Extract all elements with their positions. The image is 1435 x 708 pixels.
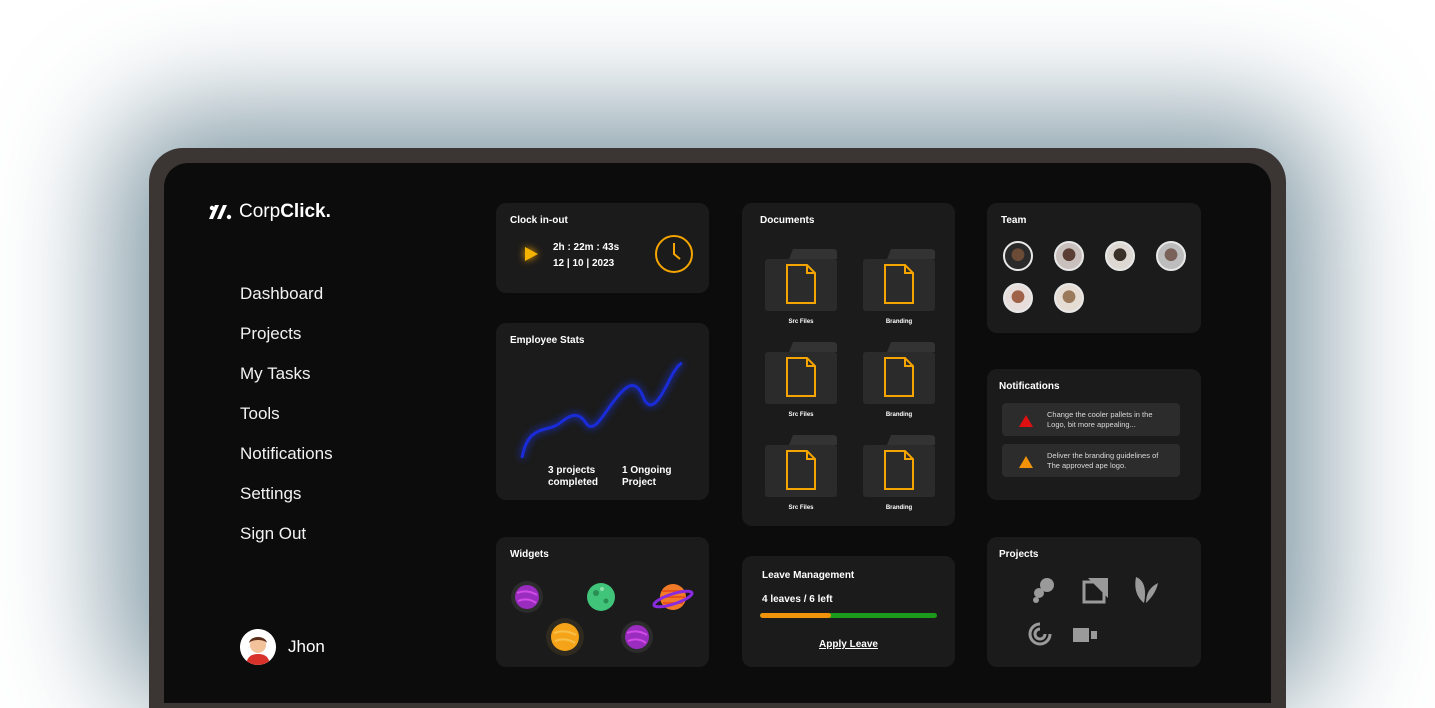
team-member-avatar[interactable]	[1003, 283, 1033, 313]
clock-date: 12 | 10 | 2023	[553, 258, 615, 269]
brand-name-bold: Click.	[280, 201, 331, 222]
clock-icon	[655, 235, 693, 273]
document-label: Src Files	[788, 412, 814, 418]
team-member-avatar[interactable]	[1156, 241, 1186, 271]
leave-summary: 4 leaves / 6 left	[762, 594, 833, 605]
alert-red-icon	[1019, 415, 1033, 427]
document-folder[interactable]: Branding	[861, 247, 937, 325]
user-name: Jhon	[288, 637, 325, 656]
document-folder[interactable]: Src Files	[763, 247, 839, 325]
notification-item[interactable]: Change the cooler pallets in the Logo, b…	[1002, 403, 1180, 436]
team-member-avatar[interactable]	[1054, 241, 1084, 271]
clock-card: Clock in-out 2h : 22m : 43s 12 | 10 | 20…	[496, 203, 709, 293]
team-member-avatar[interactable]	[1054, 283, 1084, 313]
employee-stats-card: Employee Stats 3 projects completed 1 On…	[496, 323, 709, 500]
document-folder[interactable]: Branding	[861, 433, 937, 511]
nav-item-settings[interactable]: Settings	[240, 483, 333, 523]
stats-line-chart	[520, 361, 683, 459]
nav-item-my-tasks[interactable]: My Tasks	[240, 363, 333, 403]
clock-title: Clock in-out	[510, 215, 568, 226]
projects-title: Projects	[999, 549, 1039, 560]
project-square-icon[interactable]	[1082, 576, 1110, 604]
notification-item[interactable]: Deliver the branding guidelines of The a…	[1002, 444, 1180, 477]
project-leaf-icon[interactable]	[1132, 575, 1160, 605]
stat-completed-line1: 3 projects	[548, 465, 596, 476]
leave-title: Leave Management	[762, 570, 855, 581]
sidebar-nav: Dashboard Projects My Tasks Tools Notifi…	[240, 283, 333, 563]
stat-completed-line2: completed	[548, 477, 599, 488]
planet-ringed-icon[interactable]	[652, 584, 694, 610]
nav-item-tools[interactable]: Tools	[240, 403, 333, 443]
stat-ongoing-line2: Project	[622, 477, 656, 488]
play-icon[interactable]	[522, 245, 540, 263]
folder-icon	[765, 435, 837, 497]
user-profile[interactable]: Jhon	[240, 629, 325, 665]
leave-progress-bar	[760, 613, 937, 618]
planets	[511, 581, 694, 656]
nav-item-dashboard[interactable]: Dashboard	[240, 283, 333, 323]
nav-item-notifications[interactable]: Notifications	[240, 443, 333, 483]
stats-line	[520, 361, 683, 459]
document-folder[interactable]: Branding	[861, 340, 937, 418]
clock-time: 2h : 22m : 43s	[553, 242, 620, 253]
documents-card: Documents Src Files Branding Src Files Bran…	[742, 203, 955, 526]
project-plug-icon[interactable]	[1072, 625, 1100, 645]
project-link-icon[interactable]	[1027, 621, 1053, 647]
document-label: Branding	[885, 319, 913, 325]
stat-completed: 3 projects completed	[548, 465, 598, 489]
dashboard-screen: CorpClick. Dashboard Projects My Tasks T…	[164, 163, 1271, 703]
notification-line: The approved ape logo.	[1047, 461, 1127, 470]
folder-icon	[765, 249, 837, 311]
document-label: Src Files	[788, 319, 814, 325]
notification-text: Deliver the branding guidelines of The a…	[1047, 451, 1175, 471]
team-member-avatar[interactable]	[1105, 241, 1135, 271]
notification-line: Deliver the branding guidelines of	[1047, 451, 1159, 460]
team-card: Team	[987, 203, 1201, 333]
document-label: Src Files	[788, 505, 814, 511]
planet-violet-icon[interactable]	[621, 621, 653, 653]
notification-line: Logo, bit more appealing...	[1047, 420, 1136, 429]
brand-logo[interactable]: CorpClick.	[207, 201, 331, 223]
stat-ongoing: 1 Ongoing Project	[622, 465, 671, 489]
document-label: Branding	[885, 412, 913, 418]
user-avatar	[240, 629, 276, 665]
projects-card: Projects	[987, 537, 1201, 667]
stat-ongoing-line1: 1 Ongoing	[622, 465, 672, 476]
document-label: Branding	[885, 505, 913, 511]
nav-item-projects[interactable]: Projects	[240, 323, 333, 363]
alert-orange-icon	[1019, 456, 1033, 468]
leave-card: Leave Management 4 leaves / 6 left Apply…	[742, 556, 955, 667]
widgets-card: Widgets	[496, 537, 709, 667]
planet-orange-icon[interactable]	[546, 618, 584, 656]
notification-line: Change the cooler pallets in the	[1047, 410, 1153, 419]
nav-item-sign-out[interactable]: Sign Out	[240, 523, 333, 563]
planet-purple-icon[interactable]	[511, 581, 543, 613]
apply-leave-link[interactable]: Apply Leave	[742, 639, 955, 650]
documents-title: Documents	[760, 215, 815, 226]
notifications-title: Notifications	[999, 381, 1060, 392]
folder-icon	[765, 342, 837, 404]
brand-icon	[209, 205, 232, 220]
brand-name-light: Corp	[239, 201, 281, 222]
folder-icon	[863, 342, 935, 404]
leave-progress-fill	[760, 613, 831, 618]
document-folder[interactable]: Src Files	[763, 433, 839, 511]
folder-icon	[863, 435, 935, 497]
document-folder[interactable]: Src Files	[763, 340, 839, 418]
planet-green-icon[interactable]	[587, 583, 615, 611]
notification-text: Change the cooler pallets in the Logo, b…	[1047, 410, 1175, 430]
team-member-avatar[interactable]	[1003, 241, 1033, 271]
notifications-card: Notifications Change the cooler pallets …	[987, 369, 1201, 500]
folder-icon	[863, 249, 935, 311]
project-blob-icon[interactable]	[1029, 575, 1059, 605]
team-title: Team	[1001, 215, 1027, 226]
